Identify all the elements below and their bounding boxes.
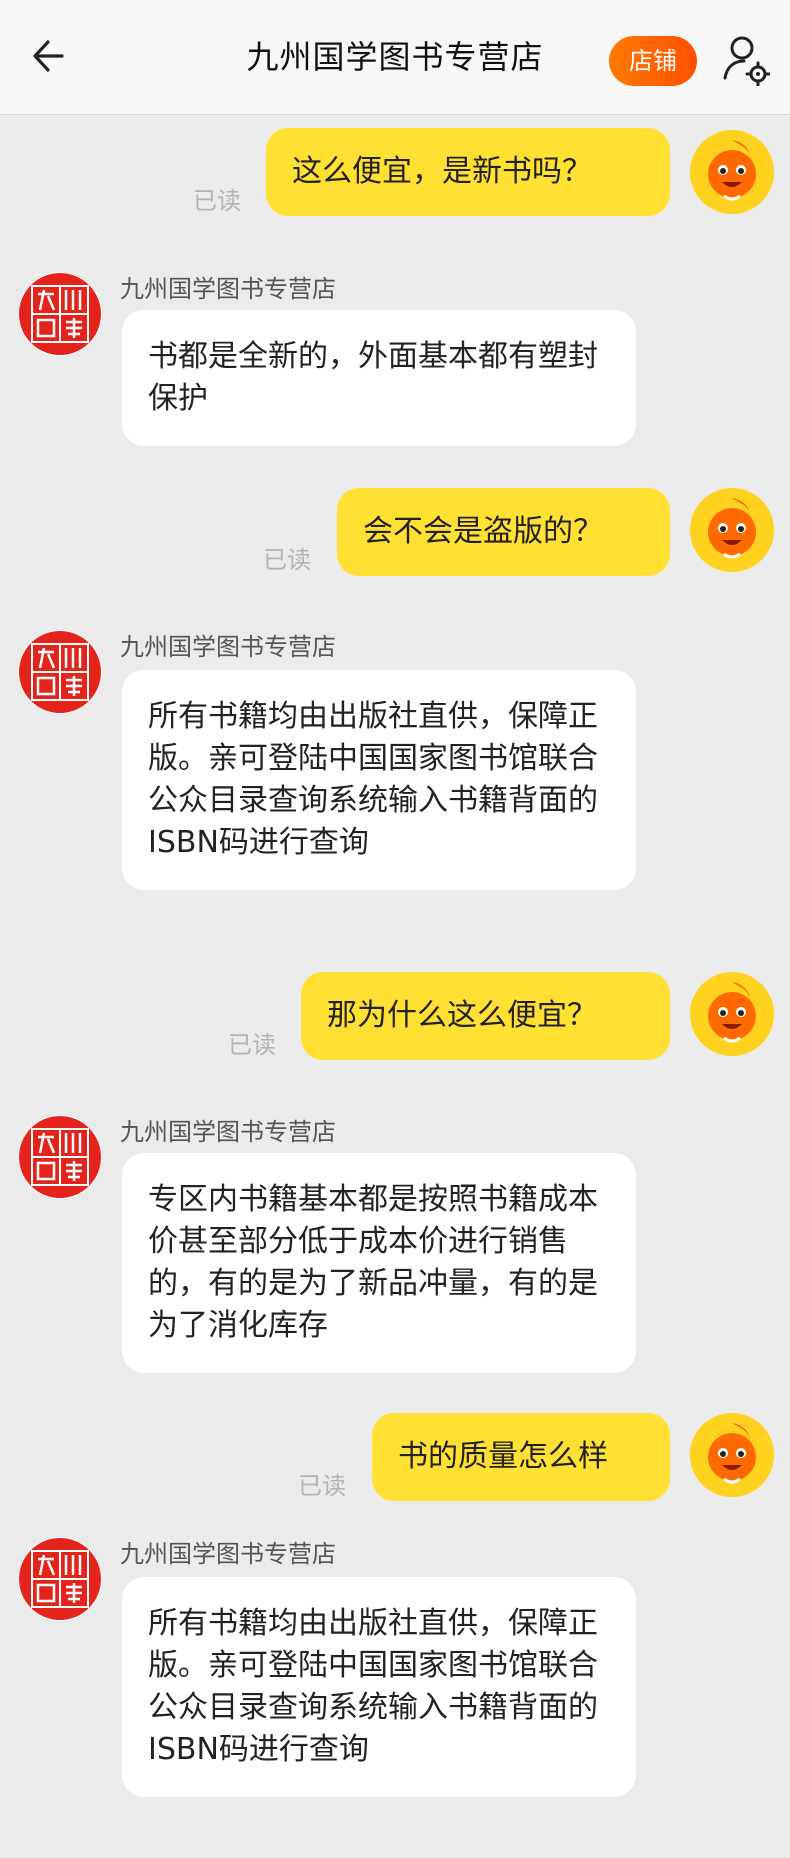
read-status: 已读 [298, 1472, 346, 1500]
mascot-avatar-icon [690, 1413, 774, 1497]
message-bubble-outgoing[interactable]: 会不会是盗版的？ [337, 488, 670, 576]
shop-avatar[interactable] [18, 1115, 102, 1199]
user-avatar[interactable] [690, 972, 774, 1056]
shop-button[interactable]: 店铺 [609, 36, 697, 86]
message-bubble-outgoing[interactable]: 那为什么这么便宜？ [301, 972, 670, 1060]
read-status: 已读 [263, 546, 311, 574]
user-avatar[interactable] [690, 1413, 774, 1497]
user-settings-icon [723, 36, 771, 87]
sender-name: 九州国学图书专营店 [120, 275, 336, 303]
shop-avatar[interactable] [18, 272, 102, 356]
read-status: 已读 [228, 1031, 276, 1059]
sender-name: 九州国学图书专营店 [120, 1118, 336, 1146]
shop-seal-logo-icon [19, 631, 101, 713]
message-bubble-incoming[interactable]: 所有书籍均由出版社直供，保障正版。亲可登陆中国国家图书馆联合公众目录查询系统输入… [122, 670, 636, 890]
shop-seal-logo-icon [19, 1538, 101, 1620]
shop-seal-logo-icon [19, 1116, 101, 1198]
sender-name: 九州国学图书专营店 [120, 1540, 336, 1568]
message-bubble-outgoing[interactable]: 这么便宜，是新书吗？ [266, 128, 670, 216]
user-settings-button[interactable] [722, 34, 771, 87]
shop-avatar[interactable] [18, 630, 102, 714]
shop-seal-logo-icon [19, 273, 101, 355]
user-avatar[interactable] [690, 488, 774, 572]
user-avatar[interactable] [690, 130, 774, 214]
read-status: 已读 [193, 187, 241, 215]
mascot-avatar-icon [690, 972, 774, 1056]
message-bubble-outgoing[interactable]: 书的质量怎么样 [372, 1413, 670, 1501]
message-bubble-incoming[interactable]: 所有书籍均由出版社直供，保障正版。亲可登陆中国国家图书馆联合公众目录查询系统输入… [122, 1577, 636, 1797]
top-bar: 九州国学图书专营店 店铺 [0, 0, 790, 115]
message-bubble-incoming[interactable]: 书都是全新的，外面基本都有塑封保护 [122, 310, 636, 446]
shop-avatar[interactable] [18, 1537, 102, 1621]
sender-name: 九州国学图书专营店 [120, 633, 336, 661]
message-bubble-incoming[interactable]: 专区内书籍基本都是按照书籍成本价甚至部分低于成本价进行销售的，有的是为了新品冲量… [122, 1153, 636, 1373]
mascot-avatar-icon [690, 488, 774, 572]
mascot-avatar-icon [690, 130, 774, 214]
